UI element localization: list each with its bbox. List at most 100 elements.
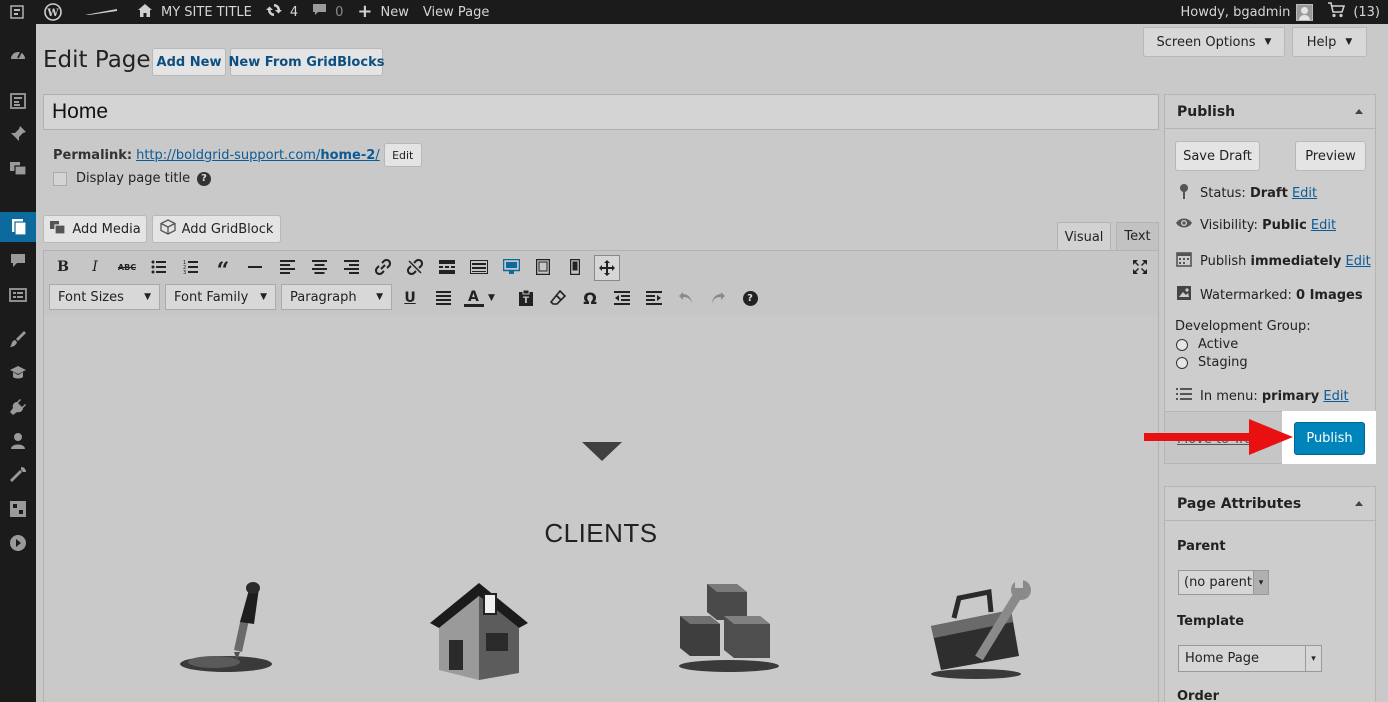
permalink-url[interactable]: http://boldgrid-support.com/home-2/	[136, 148, 380, 163]
justify-icon[interactable]	[432, 287, 454, 309]
tab-text[interactable]: Text	[1116, 222, 1159, 250]
media-icon	[49, 220, 66, 239]
parent-select[interactable]: (no parent) ▾	[1178, 570, 1269, 595]
fullscreen-icon[interactable]	[1129, 256, 1151, 278]
dashboard-toggle-icon[interactable]	[0, 0, 34, 24]
phone-preview-icon[interactable]	[564, 256, 586, 278]
my-account-link[interactable]: Howdy, bgadmin	[1174, 0, 1321, 24]
drag-move-icon[interactable]	[594, 255, 620, 281]
add-new-button[interactable]: Add New	[152, 48, 226, 76]
new-content-link[interactable]: + New	[350, 0, 415, 24]
page-attributes-header[interactable]: Page Attributes	[1165, 487, 1375, 521]
paste-as-text-icon[interactable]: T	[515, 287, 537, 309]
tools-wrench-icon[interactable]	[9, 466, 27, 484]
boldgrid-logo-icon[interactable]	[72, 0, 130, 24]
dev-option-staging[interactable]: Staging	[1176, 355, 1248, 370]
italic-icon[interactable]: I	[84, 256, 106, 278]
comments-link[interactable]: 0	[305, 0, 350, 24]
radio-active[interactable]	[1176, 338, 1188, 351]
add-media-button[interactable]: Add Media	[43, 215, 147, 243]
tablet-preview-icon[interactable]	[532, 256, 554, 278]
display-title-checkbox[interactable]	[53, 171, 67, 186]
tab-visual[interactable]: Visual	[1057, 222, 1111, 251]
schedule-edit-link[interactable]: Edit	[1346, 254, 1371, 269]
settings-icon[interactable]	[9, 500, 27, 518]
editor-content[interactable]: CLIENTS	[44, 316, 1158, 702]
radio-staging[interactable]	[1176, 356, 1188, 369]
align-center-icon[interactable]	[308, 256, 330, 278]
caret-down-icon: ▼	[488, 293, 495, 303]
dev-option-active[interactable]: Active	[1176, 337, 1238, 352]
help-button[interactable]: Help ▼	[1292, 27, 1367, 57]
pin-icon	[1175, 183, 1193, 203]
caret-down-icon: ▼	[1345, 37, 1353, 47]
publish-box-header[interactable]: Publish	[1165, 95, 1375, 129]
new-from-gridblocks-button[interactable]: New From GridBlocks	[229, 48, 384, 76]
collapse-menu-icon[interactable]	[9, 534, 27, 552]
indent-icon[interactable]	[643, 287, 665, 309]
add-gridblock-button[interactable]: Add GridBlock	[152, 215, 281, 243]
screen-options-button[interactable]: Screen Options ▼	[1143, 27, 1285, 57]
special-character-omega-icon[interactable]: Ω	[579, 287, 601, 309]
strikethrough-icon[interactable]: ABC	[116, 256, 138, 278]
insert-more-icon[interactable]	[436, 256, 458, 278]
outdent-icon[interactable]	[611, 287, 633, 309]
visibility-value: Public	[1262, 217, 1307, 233]
posts-pin-icon[interactable]	[9, 125, 27, 143]
align-left-icon[interactable]	[276, 256, 298, 278]
view-page-link[interactable]: View Page	[416, 0, 496, 24]
permalink-edit-button[interactable]: Edit	[383, 143, 422, 167]
comments-icon[interactable]	[9, 252, 27, 270]
underline-icon[interactable]: U	[399, 287, 421, 309]
font-family-label: Font Family	[174, 289, 249, 305]
parent-label: Parent	[1177, 539, 1226, 554]
page-title: Edit Page	[43, 47, 151, 73]
in-menu-edit-link[interactable]: Edit	[1323, 389, 1348, 404]
bold-icon[interactable]: B	[52, 256, 74, 278]
avatar	[1296, 3, 1314, 21]
clear-formatting-eraser-icon[interactable]	[547, 287, 569, 309]
insert-link-icon[interactable]	[372, 256, 394, 278]
blockquote-icon[interactable]: “	[212, 256, 234, 284]
redo-icon[interactable]	[707, 287, 729, 309]
caret-up-icon[interactable]	[1355, 501, 1363, 506]
dashboard-icon[interactable]	[9, 46, 27, 64]
template-select[interactable]: Home Page ▾	[1178, 645, 1322, 672]
parent-value: (no parent)	[1184, 575, 1258, 590]
updates-link[interactable]: 4	[259, 0, 305, 24]
toolbar-toggle-icon[interactable]	[468, 256, 490, 278]
caret-up-icon[interactable]	[1355, 109, 1363, 114]
cart-link[interactable]: (13)	[1320, 0, 1388, 24]
site-name-link[interactable]: MY SITE TITLE	[130, 0, 259, 24]
desktop-preview-icon[interactable]	[500, 256, 522, 278]
dev-group-label: Development Group:	[1175, 319, 1311, 334]
plugins-icon[interactable]	[9, 398, 27, 416]
page-attributes-title: Page Attributes	[1177, 495, 1302, 512]
font-family-select[interactable]: Font Family ▼	[165, 284, 276, 310]
pages-icon[interactable]	[9, 218, 27, 236]
help-question-icon[interactable]: ?	[197, 171, 212, 186]
appearance-brush-icon[interactable]	[9, 330, 27, 348]
font-sizes-select[interactable]: Font Sizes ▼	[49, 284, 160, 310]
numbered-list-icon[interactable]: 123	[180, 256, 202, 278]
keyboard-shortcuts-help-icon[interactable]: ?	[739, 287, 761, 309]
tutorials-cap-icon[interactable]	[9, 364, 27, 382]
paragraph-format-select[interactable]: Paragraph ▼	[281, 284, 392, 310]
publish-button[interactable]: Publish	[1294, 422, 1365, 455]
visibility-edit-link[interactable]: Edit	[1311, 218, 1336, 233]
remove-link-icon[interactable]	[404, 256, 426, 278]
horizontal-line-icon[interactable]	[244, 256, 266, 278]
users-icon[interactable]	[9, 432, 27, 450]
forms-icon[interactable]	[9, 286, 27, 304]
boldgrid-inspirations-icon[interactable]	[9, 92, 27, 110]
wordpress-logo-icon[interactable]: W	[34, 0, 72, 24]
preview-button[interactable]: Preview	[1295, 141, 1366, 171]
media-icon[interactable]	[9, 159, 27, 177]
bulleted-list-icon[interactable]	[148, 256, 170, 278]
text-color-icon[interactable]: A ▼	[464, 287, 504, 309]
title-input[interactable]	[43, 94, 1159, 130]
save-draft-button[interactable]: Save Draft	[1175, 141, 1260, 171]
undo-icon[interactable]	[675, 287, 697, 309]
status-edit-link[interactable]: Edit	[1292, 186, 1317, 201]
align-right-icon[interactable]	[340, 256, 362, 278]
